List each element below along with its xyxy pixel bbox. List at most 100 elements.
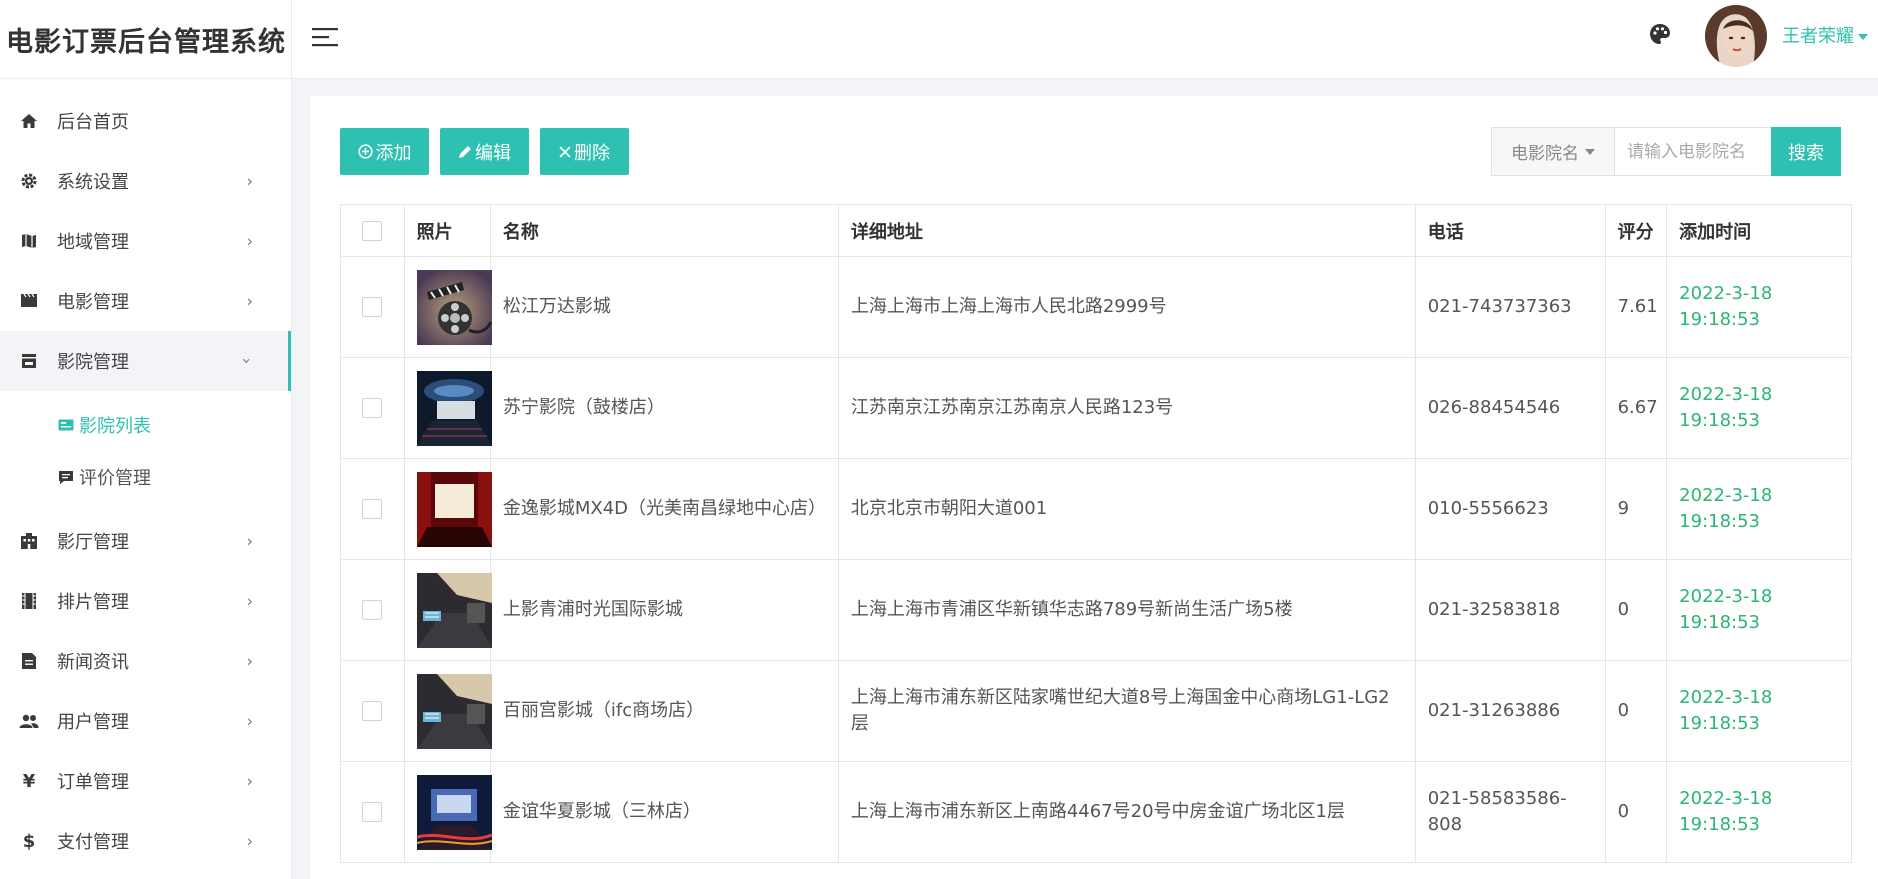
- cinema-address: 上海上海市青浦区华新镇华志路789号新尚生活广场5楼: [837, 559, 1416, 661]
- column-header-name[interactable]: 名称: [489, 204, 839, 257]
- edit-button[interactable]: 编辑: [440, 128, 529, 175]
- add-button[interactable]: 添加: [340, 128, 429, 175]
- row-select-cell: [340, 256, 405, 358]
- row-checkbox[interactable]: [362, 802, 383, 822]
- table-row[interactable]: 金谊华夏影城（三林店） 上海上海市浦东新区上南路4467号20号中房金谊广场北区…: [340, 761, 1852, 863]
- table-row[interactable]: 百丽宫影城（ifc商场店） 上海上海市浦东新区陆家嘴世纪大道8号上海国金中心商场…: [340, 660, 1852, 762]
- sidebar-item-label: 支付管理: [57, 832, 129, 853]
- cinema-photo-cell: [403, 458, 492, 560]
- sidebar-item-cinemas[interactable]: 影院管理 ›: [0, 331, 291, 391]
- chevron-right-icon: ›: [246, 231, 253, 251]
- column-header-address[interactable]: 详细地址: [837, 204, 1416, 257]
- table-row[interactable]: 上影青浦时光国际影城 上海上海市青浦区华新镇华志路789号新尚生活广场5楼 02…: [340, 559, 1852, 661]
- sidebar-item-label: 地域管理: [57, 232, 129, 253]
- schedule-icon: [18, 590, 40, 612]
- chevron-right-icon: ›: [246, 831, 253, 851]
- store-icon: [18, 350, 40, 372]
- card-icon: [58, 417, 74, 433]
- cinema-rating: 7.61: [1604, 256, 1668, 358]
- cinema-photo[interactable]: [416, 673, 492, 749]
- table-row[interactable]: 苏宁影院（鼓楼店） 江苏南京江苏南京江苏南京人民路123号 026-884545…: [340, 357, 1852, 459]
- sidebar-item-label: 影院管理: [57, 352, 129, 373]
- chevron-right-icon: ›: [246, 591, 253, 611]
- sidebar-item-label: 用户管理: [57, 712, 129, 733]
- chevron-right-icon: ›: [246, 291, 253, 311]
- added-time: 2022-3-18 19:18:53: [1666, 256, 1852, 358]
- cinema-photo-cell: [403, 660, 492, 762]
- sidebar-item-home[interactable]: 后台首页: [0, 91, 291, 151]
- cinema-photo[interactable]: [416, 269, 492, 345]
- added-time: 2022-3-18 19:18:53: [1666, 357, 1852, 459]
- search-input[interactable]: [1615, 128, 1771, 175]
- chevron-right-icon: ›: [246, 531, 253, 551]
- row-checkbox[interactable]: [362, 499, 383, 519]
- sidebar-item-halls[interactable]: 影厅管理 ›: [0, 511, 291, 571]
- avatar[interactable]: [1705, 5, 1767, 67]
- cinema-submenu: 影院列表 评价管理: [0, 391, 291, 511]
- sidebar-item-label: 电影管理: [57, 292, 129, 313]
- close-icon: [559, 145, 571, 158]
- row-checkbox[interactable]: [362, 297, 383, 317]
- cinema-photo-cell: [403, 357, 492, 459]
- cinema-phone: 021-32583818: [1414, 559, 1606, 661]
- delete-button[interactable]: 删除: [540, 128, 629, 175]
- caret-down-icon: [1858, 34, 1868, 40]
- sidebar-item-movies[interactable]: 电影管理 ›: [0, 271, 291, 331]
- cinema-name: 上影青浦时光国际影城: [489, 559, 839, 661]
- palette-icon[interactable]: [1648, 22, 1674, 48]
- yen-icon: ¥: [22, 770, 36, 792]
- sidebar-item-label: 后台首页: [57, 112, 129, 133]
- column-header-photo[interactable]: 照片: [403, 204, 491, 257]
- chevron-down-icon: ›: [237, 357, 257, 365]
- gear-icon: [18, 170, 40, 192]
- column-header-added-time[interactable]: 添加时间: [1666, 204, 1852, 257]
- table-row[interactable]: 金逸影城MX4D（光美南昌绿地中心店） 北京北京市朝阳大道001 010-555…: [340, 458, 1852, 560]
- sidebar-item-users[interactable]: 用户管理 ›: [0, 691, 291, 751]
- chevron-right-icon: ›: [246, 651, 253, 671]
- row-select-cell: [340, 660, 405, 762]
- search-button[interactable]: 搜索: [1771, 127, 1841, 176]
- sidebar-subitem-cinema-list[interactable]: 影院列表: [0, 399, 291, 451]
- cinema-rating: 9: [1604, 458, 1668, 560]
- cinema-photo[interactable]: [416, 774, 492, 850]
- sidebar-item-settings[interactable]: 系统设置 ›: [0, 151, 291, 211]
- top-bar: 王者荣耀: [292, 0, 1878, 79]
- search-field-select[interactable]: 电影院名: [1492, 128, 1615, 175]
- column-header-rating[interactable]: 评分: [1604, 204, 1668, 257]
- sidebar-subitem-label: 影院列表: [79, 416, 151, 437]
- cinema-photo-cell: [403, 256, 492, 358]
- cinema-rating: 0: [1604, 660, 1668, 762]
- menu-toggle-icon[interactable]: [312, 26, 338, 48]
- search-bar: 电影院名 搜索: [1491, 127, 1841, 176]
- table-row[interactable]: 松江万达影城 上海上海市上海上海市人民北路2999号 021-743737363…: [340, 256, 1852, 358]
- dollar-icon: $: [22, 830, 36, 852]
- select-all-checkbox[interactable]: [362, 221, 383, 241]
- cinema-rating: 0: [1604, 761, 1668, 863]
- added-time: 2022-3-18 19:18:53: [1666, 660, 1852, 762]
- cinema-photo[interactable]: [416, 572, 492, 648]
- cinema-photo-cell: [403, 761, 492, 863]
- edit-button-label: 编辑: [475, 142, 511, 164]
- row-checkbox[interactable]: [362, 398, 383, 418]
- column-header-phone[interactable]: 电话: [1414, 204, 1606, 257]
- cinema-address: 上海上海市浦东新区陆家嘴世纪大道8号上海国金中心商场LG1-LG2层: [837, 660, 1416, 762]
- cinema-name: 金谊华夏影城（三林店）: [489, 761, 839, 863]
- cinema-photo[interactable]: [416, 471, 492, 547]
- sidebar-item-schedule[interactable]: 排片管理 ›: [0, 571, 291, 631]
- home-icon: [18, 110, 40, 132]
- row-checkbox[interactable]: [362, 701, 383, 721]
- sidebar-item-orders[interactable]: ¥ 订单管理 ›: [0, 751, 291, 811]
- row-checkbox[interactable]: [362, 600, 383, 620]
- cinema-address: 北京北京市朝阳大道001: [837, 458, 1416, 560]
- users-icon: [18, 710, 40, 732]
- sidebar-item-news[interactable]: 新闻资讯 ›: [0, 631, 291, 691]
- cinema-name: 苏宁影院（鼓楼店）: [489, 357, 839, 459]
- user-menu[interactable]: 王者荣耀: [1782, 22, 1868, 48]
- row-select-cell: [340, 761, 405, 863]
- sidebar-subitem-reviews[interactable]: 评价管理: [0, 451, 291, 503]
- cinema-address: 江苏南京江苏南京江苏南京人民路123号: [837, 357, 1416, 459]
- sidebar-item-region[interactable]: 地域管理 ›: [0, 211, 291, 271]
- chevron-right-icon: ›: [246, 711, 253, 731]
- sidebar-item-payments[interactable]: $ 支付管理 ›: [0, 811, 291, 871]
- cinema-photo[interactable]: [416, 370, 492, 446]
